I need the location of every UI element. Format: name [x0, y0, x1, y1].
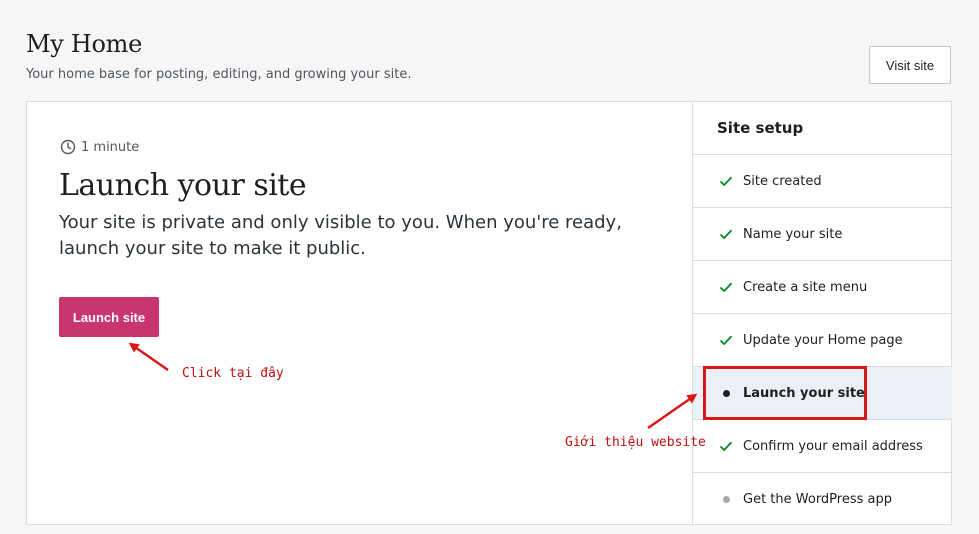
setup-item-label: Launch your site: [743, 385, 865, 401]
setup-item[interactable]: Name your site: [693, 208, 952, 261]
launch-site-button[interactable]: Launch site: [59, 297, 159, 337]
site-setup-title: Site setup: [693, 102, 952, 155]
setup-item-label: Name your site: [743, 226, 843, 242]
site-setup-panel: Site setup Site created Name your site Cre…: [692, 102, 952, 524]
setup-item[interactable]: Get the WordPress app: [693, 473, 952, 526]
duration-text: 1 minute: [81, 139, 140, 155]
task-duration: 1 minute: [60, 139, 139, 155]
page-subtitle: Your home base for posting, editing, and…: [26, 67, 412, 82]
check-icon: [718, 332, 734, 348]
check-icon: [718, 438, 734, 454]
setup-item[interactable]: Confirm your email address: [693, 420, 952, 473]
site-setup-list: Site created Name your site Create a site …: [693, 155, 952, 526]
clock-icon: [60, 139, 76, 155]
setup-item[interactable]: Site created: [693, 155, 952, 208]
launch-task-card: 1 minute Launch your site Your site is p…: [26, 101, 952, 525]
bullet-dot-icon: [718, 492, 734, 508]
setup-item[interactable]: Create a site menu: [693, 261, 952, 314]
bullet-dot-icon: [718, 385, 734, 401]
setup-item[interactable]: Update your Home page: [693, 314, 952, 367]
setup-item-label: Get the WordPress app: [743, 492, 892, 507]
check-icon: [718, 226, 734, 242]
check-icon: [718, 173, 734, 189]
setup-item[interactable]: Launch your site: [693, 367, 952, 420]
setup-item-label: Create a site menu: [743, 279, 868, 295]
task-description: Your site is private and only visible to…: [59, 212, 622, 259]
annotation-click-here: Click tại đây: [182, 366, 284, 381]
setup-item-label: Confirm your email address: [743, 438, 923, 454]
check-icon: [718, 279, 734, 295]
setup-item-label: Site created: [743, 173, 822, 189]
page-title: My Home: [26, 30, 143, 58]
visit-site-button[interactable]: Visit site: [869, 46, 951, 84]
task-title: Launch your site: [59, 168, 307, 203]
setup-item-label: Update your Home page: [743, 332, 903, 348]
annotation-intro: Giới thiệu website: [565, 435, 706, 450]
